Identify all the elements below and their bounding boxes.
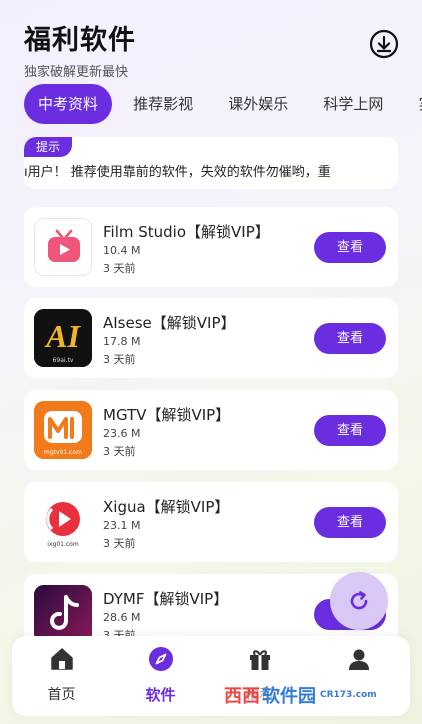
app-card[interactable]: mgtv01.com MGTV【解锁VIP】 23.6 M 3 天前 查看 — [24, 390, 398, 470]
view-button[interactable]: 查看 — [314, 415, 386, 446]
notice-text: ı用户！ 推荐使用靠前的软件，失效的软件勿催哟，重 — [24, 165, 331, 180]
app-name: DYMF【解锁VIP】 — [103, 590, 229, 608]
notice-banner: 提示 ı用户！ 推荐使用靠前的软件，失效的软件勿催哟，重 — [24, 137, 398, 189]
view-button[interactable]: 查看 — [314, 507, 386, 538]
notice-badge: 提示 — [24, 137, 73, 157]
watermark-logo: 西西 软件园 CR173.com — [224, 676, 404, 714]
app-time: 3 天前 — [103, 537, 136, 550]
nav-home[interactable]: 首页 — [12, 636, 111, 716]
view-button[interactable]: 查看 — [314, 232, 386, 263]
app-name: AIsese【解锁VIP】 — [103, 314, 236, 332]
nav-software[interactable]: 软件 — [111, 636, 210, 716]
tab-vpn[interactable]: 科学上网 — [309, 84, 397, 124]
app-size: 10.4 M — [103, 244, 141, 257]
app-name: Xigua【解锁VIP】 — [103, 498, 230, 516]
app-card[interactable]: ixg01.com Xigua【解锁VIP】 23.1 M 3 天前 查看 — [24, 482, 398, 562]
tab-more[interactable]: 实 — [404, 84, 422, 124]
mgtv-logo-icon: mgtv01.com — [34, 401, 92, 459]
app-time: 3 天前 — [103, 445, 136, 458]
category-tabs: 中考资料 推荐影视 课外娱乐 科学上网 实 — [24, 84, 422, 124]
refresh-button[interactable] — [330, 572, 388, 630]
music-note-icon — [34, 585, 92, 643]
app-time: 3 天前 — [103, 353, 136, 366]
watermark-url: CR173.com — [320, 690, 377, 700]
header: 福利软件 独家破解更新最快 — [24, 18, 136, 80]
watermark-part1: 西西 — [224, 686, 260, 707]
app-time: 3 天前 — [103, 262, 136, 275]
icon-caption: ixg01.com — [47, 541, 79, 548]
view-button[interactable]: 查看 — [314, 323, 386, 354]
app-size: 23.6 M — [103, 427, 141, 440]
app-size: 23.1 M — [103, 519, 141, 532]
tab-zhongkao[interactable]: 中考资料 — [24, 84, 113, 124]
refresh-icon — [350, 591, 368, 610]
app-card[interactable]: Film Studio【解锁VIP】 10.4 M 3 天前 查看 — [24, 207, 398, 287]
gift-icon — [250, 650, 270, 670]
app-name: Film Studio【解锁VIP】 — [103, 223, 270, 241]
ai-logo-icon: AI 69ai.tv — [34, 309, 92, 367]
download-button[interactable] — [368, 28, 400, 60]
tab-movies[interactable]: 推荐影视 — [119, 84, 207, 124]
download-icon — [369, 29, 399, 59]
app-size: 17.8 M — [103, 335, 141, 348]
app-card[interactable]: AI 69ai.tv AIsese【解锁VIP】 17.8 M 3 天前 查看 — [24, 298, 398, 378]
home-icon — [51, 648, 73, 670]
xigua-play-icon: ixg01.com — [34, 493, 92, 551]
nav-label: 首页 — [47, 687, 76, 703]
watermark-part2: 软件园 — [262, 686, 316, 707]
app-size: 28.6 M — [103, 611, 141, 624]
icon-caption: 69ai.tv — [53, 357, 74, 364]
user-icon — [349, 649, 369, 670]
page-title: 福利软件 — [24, 25, 136, 56]
app-name: MGTV【解锁VIP】 — [103, 406, 231, 424]
tv-play-icon — [34, 218, 92, 276]
icon-caption: mgtv01.com — [44, 449, 82, 456]
page-subtitle: 独家破解更新最快 — [24, 65, 129, 80]
svg-text:AI: AI — [44, 318, 81, 354]
compass-icon — [149, 647, 173, 671]
tab-entertainment[interactable]: 课外娱乐 — [214, 84, 302, 124]
nav-label: 软件 — [145, 686, 176, 704]
